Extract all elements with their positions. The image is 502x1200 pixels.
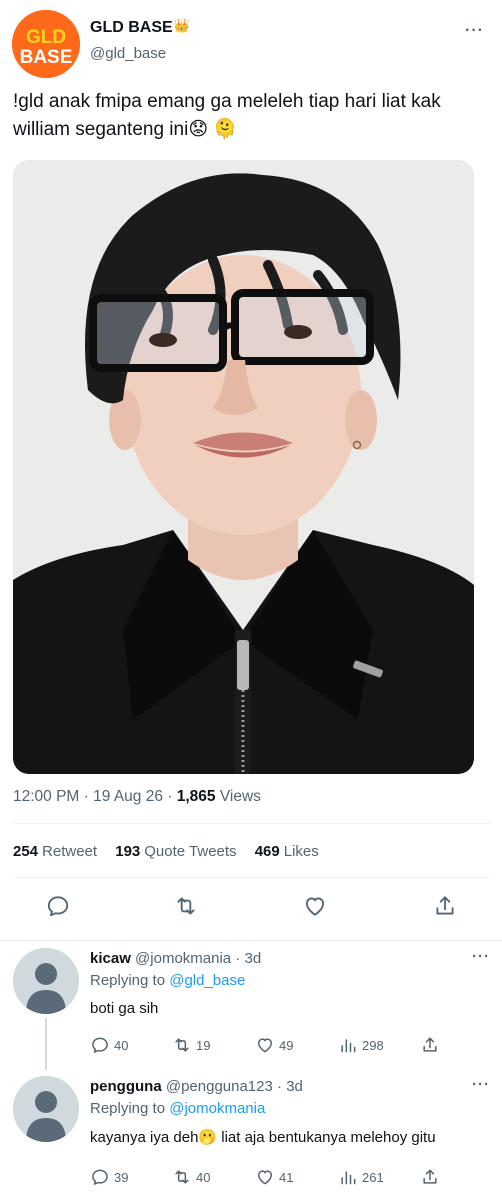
display-name[interactable]: GLD BASE <box>90 19 173 37</box>
avatar[interactable] <box>13 948 79 1014</box>
views-chart-icon <box>341 1171 356 1185</box>
likes-stat[interactable]: 469 Likes <box>255 843 319 860</box>
like-count: 49 <box>279 1037 294 1053</box>
reply-actions: 40 19 49 298 <box>90 1034 490 1056</box>
replying-to: Replying to @jomokmania <box>90 1100 265 1117</box>
share-icon <box>423 1169 437 1184</box>
retweets-stat[interactable]: 254 Retweet <box>13 843 97 860</box>
quotes-count: 193 <box>115 843 141 860</box>
views-count: 298 <box>362 1037 384 1053</box>
share-icon <box>423 1037 437 1052</box>
avatar[interactable]: GLD BASE <box>12 10 80 78</box>
author-info: GLD BASE👑 @gld_base <box>90 18 190 62</box>
divider <box>13 823 490 824</box>
divider <box>13 877 490 878</box>
reply-share-action[interactable] <box>420 1034 444 1056</box>
main-tweet: GLD BASE GLD BASE👑 @gld_base ··· !gld an… <box>0 0 502 940</box>
gld-base-logo: GLD BASE <box>12 10 80 78</box>
meta-separator: · <box>167 788 177 805</box>
reply-actions: 39 40 41 261 <box>90 1166 490 1188</box>
reply-author-name[interactable]: kicaw <box>90 950 131 967</box>
meta-separator: · <box>277 1078 283 1095</box>
portrait-photo <box>13 160 474 774</box>
likes-label: Likes <box>283 843 319 860</box>
reply-like-action[interactable]: 41 <box>255 1166 293 1188</box>
reply-age[interactable]: 3d <box>244 950 261 967</box>
reply-icon[interactable] <box>45 893 71 919</box>
views-chart-icon <box>341 1039 356 1053</box>
tweet-header: GLD BASE GLD BASE👑 @gld_base ··· <box>12 10 490 78</box>
like-icon <box>258 1170 272 1185</box>
reply-reply-action[interactable]: 40 <box>90 1034 128 1056</box>
reply-age[interactable]: 3d <box>286 1078 303 1095</box>
quotes-label: Quote Tweets <box>144 843 237 860</box>
reply-reply-action[interactable]: 39 <box>90 1166 128 1188</box>
likes-count: 469 <box>254 843 280 860</box>
reply-header: pengguna @pengguna123 · 3d <box>90 1078 303 1095</box>
replying-label: Replying to <box>90 1100 166 1117</box>
divider <box>0 940 502 941</box>
retweet-icon <box>175 1038 189 1052</box>
reply-retweet-action[interactable]: 19 <box>172 1034 210 1056</box>
reply-author-handle[interactable]: @pengguna123 <box>166 1078 273 1095</box>
reply-header: kicaw @jomokmania · 3d <box>90 950 261 967</box>
replying-label: Replying to <box>90 972 166 989</box>
like-icon[interactable] <box>302 893 328 919</box>
meta-separator: · <box>235 950 241 967</box>
thread-line <box>45 1018 47 1070</box>
reply-views-action[interactable]: 261 <box>338 1166 384 1188</box>
reply-item[interactable]: pengguna @pengguna123 · 3d ··· Replying … <box>0 1076 502 1200</box>
reply-views-action[interactable]: 298 <box>338 1034 384 1056</box>
retweet-count: 19 <box>196 1037 211 1053</box>
tweet-meta: 12:00 PM · 19 Aug 26 · 1,865 Views <box>13 788 261 806</box>
reply-count: 40 <box>114 1037 129 1053</box>
reply-share-action[interactable] <box>420 1166 444 1188</box>
reply-more-button[interactable]: ··· <box>472 948 490 965</box>
tweet-date[interactable]: 19 Aug 26 <box>93 788 163 805</box>
reply-author-name[interactable]: pengguna <box>90 1078 162 1095</box>
tweet-text: !gld anak fmipa emang ga meleleh tiap ha… <box>13 88 483 144</box>
reply-text: kayanya iya deh🫢 liat aja bentukanya mel… <box>90 1129 436 1146</box>
reply-more-button[interactable]: ··· <box>472 1076 490 1093</box>
retweet-count: 40 <box>196 1169 211 1185</box>
retweet-icon <box>175 1170 189 1184</box>
retweets-count: 254 <box>13 843 39 860</box>
replying-mention[interactable]: @gld_base <box>169 972 245 989</box>
reply-count: 39 <box>114 1169 129 1185</box>
more-options-button[interactable]: ··· <box>465 22 484 40</box>
reply-like-action[interactable]: 49 <box>255 1034 293 1056</box>
reply-author-handle[interactable]: @jomokmania <box>135 950 231 967</box>
avatar[interactable] <box>13 1076 79 1142</box>
tweet-text-line-2: william seganteng ini😟 🫠 <box>13 119 238 140</box>
reply-item[interactable]: kicaw @jomokmania · 3d ··· Replying to @… <box>0 948 502 1070</box>
reply-text: boti ga sih <box>90 1000 159 1017</box>
reply-icon <box>92 1169 108 1185</box>
logo-text-top: GLD <box>26 27 66 48</box>
tweet-text-line-1: !gld anak fmipa emang ga meleleh tiap ha… <box>13 91 441 112</box>
tweet-actions <box>0 893 502 923</box>
default-avatar-icon <box>13 1076 79 1142</box>
reply-icon <box>92 1037 108 1053</box>
views-count: 1,865 <box>176 788 216 805</box>
meta-separator: · <box>83 788 94 805</box>
reply-retweet-action[interactable]: 40 <box>172 1166 210 1188</box>
like-count: 41 <box>279 1169 294 1185</box>
retweet-icon[interactable] <box>173 893 199 919</box>
replying-to: Replying to @gld_base <box>90 972 245 989</box>
retweets-label: Retweet <box>42 843 98 860</box>
like-icon <box>258 1038 272 1053</box>
crown-icon: 👑 <box>173 18 190 33</box>
tweet-time[interactable]: 12:00 PM <box>13 788 79 805</box>
tweet-stats: 254 Retweet 193 Quote Tweets 469 Likes <box>13 843 333 860</box>
user-handle[interactable]: @gld_base <box>90 45 190 62</box>
default-avatar-icon <box>13 948 79 1014</box>
tweet-photo[interactable] <box>13 160 474 774</box>
share-icon[interactable] <box>432 893 458 919</box>
logo-text-bottom: BASE <box>20 47 73 68</box>
views-label: Views <box>219 788 261 805</box>
quotes-stat[interactable]: 193 Quote Tweets <box>115 843 236 860</box>
views-count: 261 <box>362 1169 384 1185</box>
replying-mention[interactable]: @jomokmania <box>169 1100 265 1117</box>
